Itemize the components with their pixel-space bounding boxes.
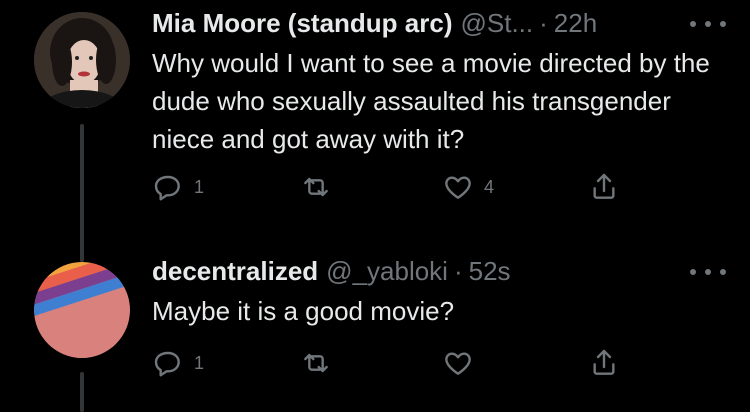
avatar-portrait-icon — [34, 12, 130, 108]
retweet-button[interactable] — [300, 170, 342, 204]
retweet-icon — [304, 177, 328, 197]
tweet-actions: 1 4 — [152, 170, 632, 204]
retweet-button[interactable] — [300, 346, 342, 380]
share-button[interactable] — [588, 170, 620, 204]
display-name[interactable]: decentralized — [152, 256, 318, 287]
reply-icon — [154, 175, 180, 201]
like-button[interactable] — [442, 346, 484, 380]
like-icon — [445, 176, 471, 199]
like-count: 4 — [484, 176, 495, 197]
avatar-mia[interactable] — [34, 12, 130, 108]
avatar-stripes-icon — [34, 262, 130, 358]
thread-line — [80, 372, 84, 412]
avatar-decentralized[interactable] — [34, 262, 130, 358]
share-icon — [593, 349, 615, 375]
tweet-header: decentralized @_yabloki · 52s — [152, 256, 511, 287]
like-button[interactable]: 4 — [442, 170, 494, 204]
reply-button[interactable]: 1 — [152, 170, 204, 204]
share-icon — [593, 173, 615, 199]
user-handle[interactable]: @_yabloki — [326, 256, 448, 287]
like-icon — [445, 352, 471, 375]
tweet-text: Maybe it is a good movie? — [152, 296, 455, 326]
timestamp[interactable]: 52s — [469, 256, 511, 287]
tweet-text: Why would I want to see a movie directed… — [152, 48, 710, 154]
retweet-icon — [304, 353, 328, 373]
thread-line — [80, 124, 84, 262]
user-handle[interactable]: @St... — [460, 8, 533, 39]
more-icon[interactable] — [690, 262, 726, 282]
separator-dot: · — [539, 8, 548, 38]
reply-button[interactable]: 1 — [152, 346, 204, 380]
more-icon[interactable] — [690, 14, 726, 34]
timestamp[interactable]: 22h — [554, 8, 597, 39]
reply-count: 1 — [194, 352, 205, 373]
share-button[interactable] — [588, 346, 620, 380]
separator-dot: · — [453, 256, 463, 286]
tweet-header: Mia Moore (standup arc) @St... · 22h — [152, 8, 597, 39]
reply-icon — [154, 351, 180, 377]
tweet-actions: 1 — [152, 346, 632, 380]
reply-count: 1 — [194, 176, 205, 197]
display-name[interactable]: Mia Moore (standup arc) — [152, 8, 452, 39]
